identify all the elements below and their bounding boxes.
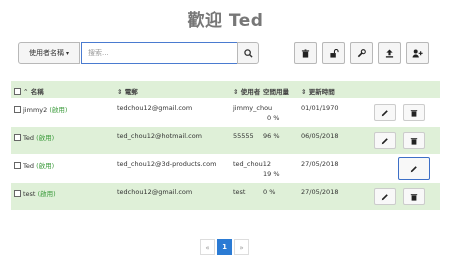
upload-icon [385, 48, 394, 58]
delete-row-button[interactable] [403, 104, 425, 121]
next-page-button[interactable]: » [234, 239, 249, 255]
row-usage: 0 % [263, 188, 276, 196]
filter-dropdown-label: 使用者名稱 [28, 49, 64, 57]
pencil-icon [410, 165, 417, 172]
trash-icon [410, 193, 418, 201]
edit-button[interactable] [374, 132, 396, 149]
upload-button[interactable] [378, 42, 401, 64]
row-checkbox[interactable] [14, 134, 21, 141]
row-usage: 0 % [267, 114, 280, 122]
status-badge: (啟用) [36, 134, 55, 142]
row-checkbox[interactable] [14, 106, 21, 113]
row-updated: 27/05/2018 [301, 188, 339, 196]
filter-dropdown[interactable]: 使用者名稱 ▾ [18, 42, 80, 64]
status-badge: (啟用) [37, 190, 56, 198]
delete-row-button[interactable] [403, 188, 425, 205]
trash-icon [410, 137, 418, 145]
row-checkbox[interactable] [14, 190, 21, 197]
delete-row-button[interactable] [403, 132, 425, 149]
edit-button[interactable] [374, 104, 396, 121]
caret-down-icon: ▾ [65, 50, 69, 57]
page-button-current[interactable]: 1 [217, 239, 232, 255]
row-user: jimmy_chou [233, 104, 273, 112]
search-icon [243, 48, 253, 58]
search-button[interactable] [237, 42, 259, 64]
unlock-button[interactable] [322, 42, 345, 64]
trash-icon [301, 48, 310, 58]
add-user-icon [412, 49, 423, 58]
settings-button[interactable] [350, 42, 373, 64]
wrench-icon [357, 48, 366, 57]
row-email: tedchou12@gmail.com [117, 188, 193, 196]
row-usage: 19 % [263, 170, 280, 178]
row-name: Ted (啟用) [14, 132, 54, 142]
table-row: test (啟用) tedchou12@gmail.com test 0 % 2… [11, 183, 440, 211]
header-user[interactable]: ⇕ 使用者 [233, 86, 260, 96]
table-row: Ted (啟用) ted_chou12@3d-products.com ted_… [11, 155, 440, 183]
add-user-button[interactable] [406, 42, 429, 64]
row-updated: 01/01/1970 [301, 104, 339, 112]
row-user: ted_chou12 [233, 160, 271, 168]
status-badge: (啟用) [49, 106, 68, 114]
row-user: test [233, 188, 246, 196]
row-checkbox[interactable] [14, 162, 21, 169]
row-email: ted_chou12@3d-products.com [117, 160, 217, 168]
row-email: ted_chou12@hotmail.com [117, 132, 203, 140]
header-email[interactable]: ⇕ 電郵 [117, 86, 138, 96]
row-name: jimmy2 (啟用) [14, 104, 67, 114]
page-title: 歡迎 Ted [187, 11, 264, 31]
user-table: ⌃ 名稱 ⇕ 電郵 ⇕ 使用者 空間用量 ⇕ 更新時間 jimmy2 (啟用) … [11, 81, 440, 211]
row-email: tedchou12@gmail.com [117, 104, 193, 112]
unlock-icon [329, 48, 339, 58]
row-name: test (啟用) [14, 188, 56, 198]
search-input[interactable]: 搜索... [81, 42, 239, 64]
delete-button[interactable] [294, 42, 317, 64]
header-usage[interactable]: 空間用量 [263, 86, 289, 96]
table-row: Ted (啟用) ted_chou12@hotmail.com 55555 96… [11, 127, 440, 155]
header-updated[interactable]: ⇕ 更新時間 [301, 86, 335, 96]
pencil-icon [381, 137, 388, 144]
prev-page-button[interactable]: « [200, 239, 215, 255]
table-header-row: ⌃ 名稱 ⇕ 電郵 ⇕ 使用者 空間用量 ⇕ 更新時間 [11, 81, 440, 99]
edit-button[interactable] [398, 157, 430, 180]
header-name[interactable]: ⌃ 名稱 [14, 86, 44, 96]
trash-icon [410, 109, 418, 117]
row-name: Ted (啟用) [14, 160, 54, 170]
row-updated: 06/05/2018 [301, 132, 339, 140]
edit-button[interactable] [374, 188, 396, 205]
row-updated: 27/05/2018 [301, 160, 339, 168]
table-row: jimmy2 (啟用) tedchou12@gmail.com jimmy_ch… [11, 99, 440, 127]
select-all-checkbox[interactable] [14, 88, 21, 95]
row-user: 55555 [233, 132, 254, 140]
row-usage: 96 % [263, 132, 280, 140]
pencil-icon [381, 193, 388, 200]
status-badge: (啟用) [36, 162, 55, 170]
pencil-icon [381, 109, 388, 116]
